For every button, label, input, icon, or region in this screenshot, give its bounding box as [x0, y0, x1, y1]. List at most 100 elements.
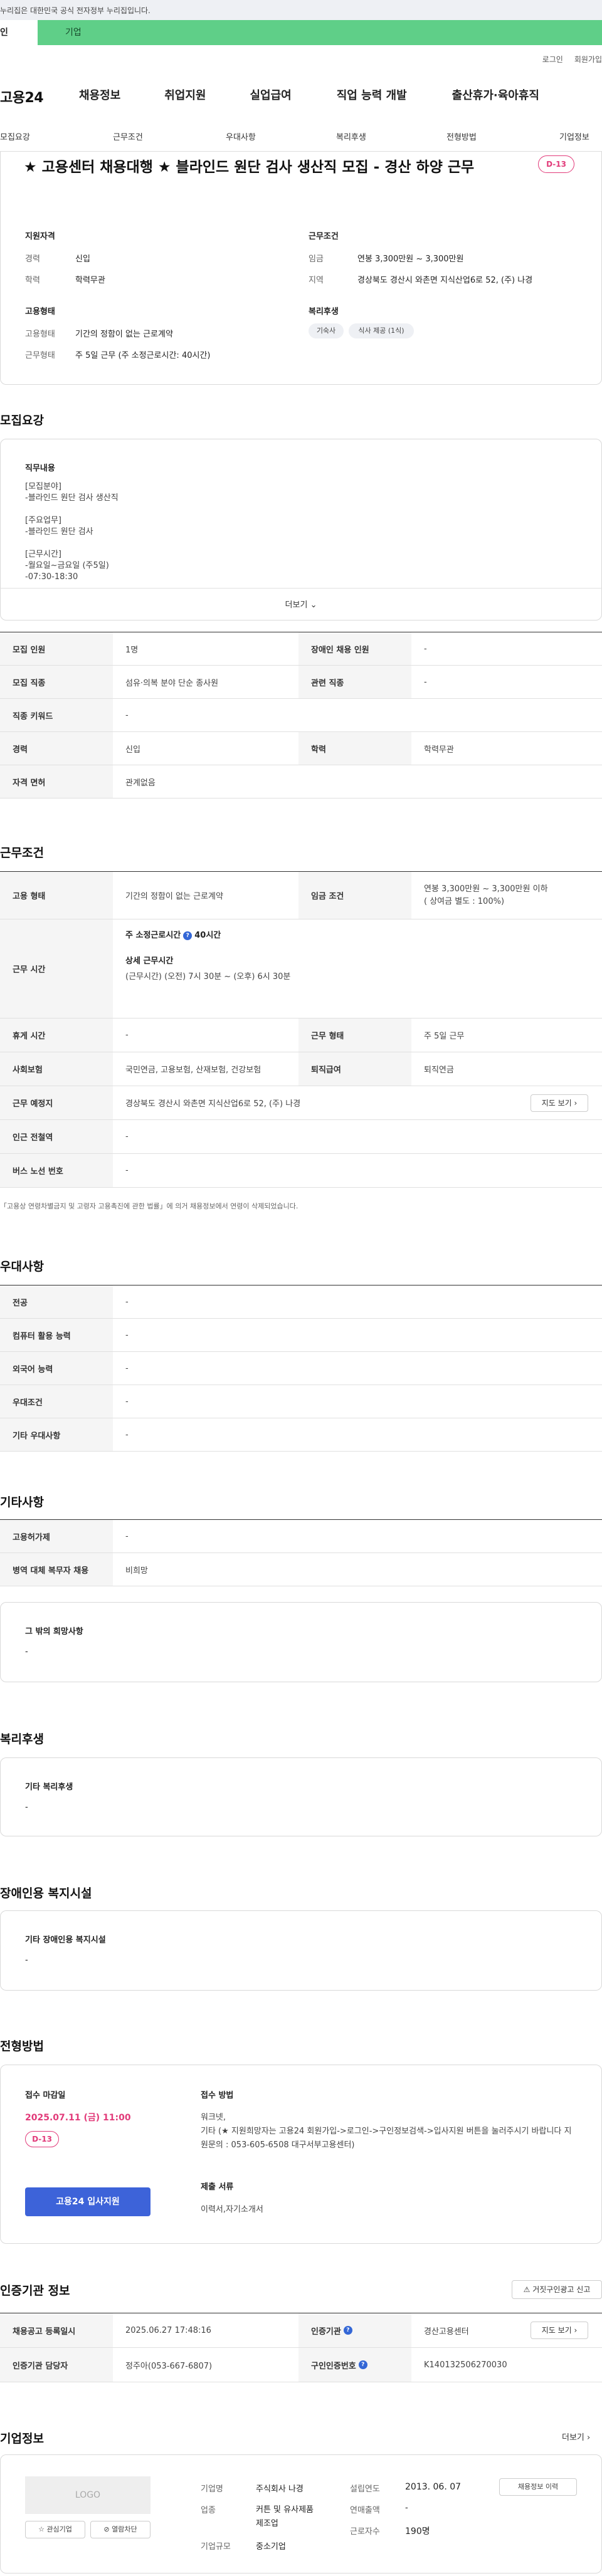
agency-header-cell: 인증기관?	[298, 2313, 411, 2347]
gnb-jobs[interactable]: 채용정보	[79, 86, 120, 103]
career-label: 경력	[25, 254, 40, 264]
table-row: 모집 직종 섬유·의복 분야 단순 종사원 관련 직종 -	[0, 666, 602, 699]
table-header-cell: 관련 직종	[298, 666, 411, 698]
chevron-right-icon: ›	[574, 1099, 578, 1107]
utility-links: 로그인 회원가입	[542, 54, 602, 65]
career-value: 신입	[75, 254, 90, 264]
table-cell: 1명	[125, 645, 139, 655]
industry-value: 커튼 및 유사제품 제조업	[256, 2505, 314, 2528]
table-header-cell: 퇴직급여	[298, 1052, 411, 1086]
block-icon: ⊘	[103, 2525, 110, 2533]
welfare-card	[0, 1757, 602, 1836]
subnav-company[interactable]: 기업정보	[559, 130, 589, 142]
conditions-table: 고용 형태 기간의 정함이 없는 근로계약 임금 조건 연봉 3,300만원 ~…	[0, 871, 602, 1188]
disabled-section-title: 장애인용 복지시설	[0, 1887, 92, 1900]
table-cell: 2025.06.27 17:48:16	[125, 2325, 211, 2335]
detail-hours-value: (근무시간) (오전) 7시 30분 ~ (오후) 6시 30분	[125, 972, 291, 982]
table-cell: -	[125, 1132, 129, 1141]
table-row: 휴게 시간 - 근무 형태 주 5일 근무	[0, 1018, 602, 1052]
info-icon[interactable]: ?	[358, 2360, 367, 2369]
work-condition-heading: 근무조건	[309, 232, 339, 241]
wage-label: 임금	[309, 254, 324, 264]
screening-card	[0, 2065, 602, 2244]
hope-card	[0, 1602, 602, 1682]
info-icon[interactable]: ?	[343, 2326, 352, 2335]
map-button-label: 지도 보기	[541, 1099, 572, 1107]
wage-range: 연봉 3,300만원 ~ 3,300만원 이하	[424, 884, 548, 894]
welfare-tag: 기숙사	[309, 323, 344, 338]
table-cell: 경상북도 경산시 와촌면 지식산업6로 52, (주) 나경	[125, 1099, 301, 1109]
subnav-conditions[interactable]: 근무조건	[113, 130, 143, 142]
cert-no-label: 구인인증번호	[311, 2361, 356, 2371]
duty-heading: 직무내용	[25, 464, 55, 473]
table-header-cell: 컴퓨터 활용 능력	[0, 1319, 113, 1351]
industry-label: 업종	[201, 2506, 216, 2515]
table-header-cell: 병역 대체 복무자 채용	[0, 1553, 113, 1586]
gnb-employment-support[interactable]: 취업지원	[164, 86, 206, 103]
wage-condition-cell: 연봉 3,300만원 ~ 3,300만원 이하 ( 상여금 별도 : 100%)	[411, 872, 602, 919]
dday-badge: D-13	[538, 155, 574, 173]
screening-section-title: 전형방법	[0, 2039, 44, 2053]
table-cell: -	[125, 1166, 129, 1175]
report-icon: ⚠	[523, 2285, 531, 2294]
table-cell: -	[125, 1330, 129, 1340]
block-company-button[interactable]: ⊘ 열람차단	[90, 2521, 150, 2538]
subnav-recruit[interactable]: 모집요강	[0, 130, 30, 142]
employment-type-label: 고용형태	[25, 330, 55, 339]
job-history-button[interactable]: 채용정보 이력	[499, 2478, 577, 2496]
etc-section-title: 기타사항	[0, 1495, 44, 1509]
gnb-parental-leave[interactable]: 출산휴가·육아휴직	[452, 86, 539, 103]
company-section-title: 기업정보	[0, 2432, 44, 2446]
table-row: 경력 신입 학력 학력무관	[0, 732, 602, 765]
etc-table: 고용허가제 - 병역 대체 복무자 채용 비희망	[0, 1519, 602, 1588]
employment-type-value: 기간의 정함이 없는 근로계약	[75, 330, 173, 339]
gnb-unemployment-benefit[interactable]: 실업급여	[250, 86, 292, 103]
work-type-label: 근무형태	[25, 351, 55, 360]
site-logo[interactable]: 고용24	[0, 86, 44, 107]
table-header-cell: 휴게 시간	[0, 1018, 113, 1052]
join-link[interactable]: 회원가입	[574, 54, 602, 65]
subnav-preference[interactable]: 우대사항	[226, 130, 256, 142]
table-header-cell: 고용 형태	[0, 872, 113, 919]
recruit-table: 모집 인원 1명 장애인 채용 인원 - 모집 직종 섬유·의복 분야 단순 종…	[0, 632, 602, 798]
company-size-value: 중소기업	[256, 2542, 286, 2552]
table-row: 병역 대체 복무자 채용 비희망	[0, 1553, 602, 1586]
report-fake-ad-button[interactable]: ⚠ 거짓구인광고 신고	[512, 2280, 602, 2299]
table-row: 우대조건 -	[0, 1385, 602, 1418]
welfare-value: -	[25, 1803, 28, 1812]
company-more-label: 더보기	[562, 2433, 584, 2442]
weekly-hours: 주 소정근로시간? 40시간	[125, 928, 602, 940]
login-link[interactable]: 로그인	[542, 54, 563, 65]
more-button[interactable]: 더보기 ⌄	[270, 598, 332, 610]
method-text: 워크넷, 기타 (★ 지원희망자는 고용24 회원가입->로그인->구인정보검색…	[201, 2113, 572, 2150]
favorite-company-button[interactable]: ☆ 관심기업	[25, 2521, 85, 2538]
duty-more-divider	[0, 588, 602, 589]
table-header-cell: 인근 전철역	[0, 1120, 113, 1153]
table-header-cell: 근무 시간	[0, 919, 113, 1018]
established-label: 설립연도	[350, 2484, 380, 2494]
welfare-summary-heading: 복리후생	[309, 307, 339, 317]
tab-personal[interactable]: 인	[0, 20, 38, 45]
company-more-link[interactable]: 더보기 ›	[562, 2431, 590, 2442]
employees-label: 근로자수	[350, 2527, 380, 2537]
user-type-tabs: 인 기업	[0, 20, 602, 45]
company-name-value: 주식회사 나경	[256, 2484, 304, 2494]
map-button[interactable]: 지도 보기 ›	[531, 1094, 588, 1112]
table-row: 모집 인원 1명 장애인 채용 인원 -	[0, 632, 602, 666]
subnav-welfare[interactable]: 복리후생	[336, 130, 366, 142]
company-name-label: 기업명	[201, 2484, 223, 2494]
more-label: 더보기	[285, 600, 308, 610]
table-header-cell: 기타 우대사항	[0, 1418, 113, 1451]
agency-map-button[interactable]: 지도 보기 ›	[531, 2322, 588, 2339]
gnb-skills[interactable]: 직업 능력 개발	[337, 86, 407, 103]
apply-button[interactable]: 고용24 입사지원	[25, 2187, 150, 2216]
table-cell: -	[125, 1297, 129, 1307]
table-header-cell: 인증기관 담당자	[0, 2348, 113, 2382]
subnav-screening[interactable]: 전형방법	[446, 130, 477, 142]
tab-company[interactable]: 기업	[38, 20, 602, 45]
global-nav: 채용정보 취업지원 실업급여 직업 능력 개발 출산휴가·육아휴직	[79, 86, 539, 103]
info-icon[interactable]: ?	[183, 931, 193, 940]
wage-value: 연봉 3,300만원 ~ 3,300만원	[357, 254, 464, 264]
table-header-cell: 채용공고 등록일시	[0, 2313, 113, 2347]
duty-text: [모집분야] -블라인드 원단 검사 생산직 [주요업무] -블라인드 원단 검…	[25, 482, 119, 582]
